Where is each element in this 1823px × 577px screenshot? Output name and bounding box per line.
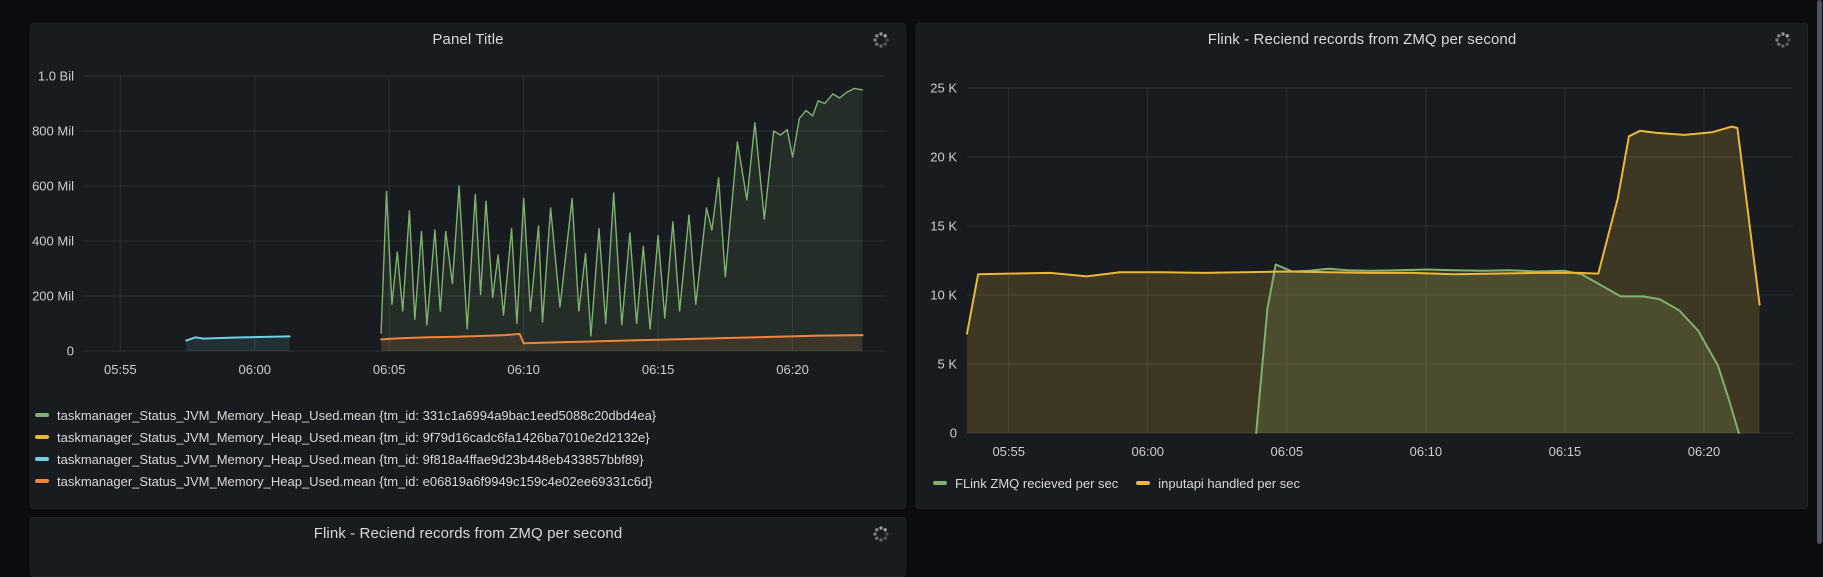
loading-spinner-icon [1775,32,1791,48]
y-axis-tick-label: 0 [67,344,74,359]
y-axis-tick-label: 1.0 Bil [38,69,74,84]
legend-series-swatch-icon [35,413,49,417]
legend-series-label: inputapi handled per sec [1158,476,1300,491]
loading-spinner-icon [873,526,889,542]
x-axis-tick-label: 06:05 [1271,444,1304,459]
x-axis-tick-label: 06:10 [1410,444,1443,459]
x-axis-tick-label: 06:15 [1549,444,1582,459]
legend-series-label: taskmanager_Status_JVM_Memory_Heap_Used.… [57,408,656,423]
legend-series-label: taskmanager_Status_JVM_Memory_Heap_Used.… [57,452,644,467]
time-series-chart[interactable]: 0 5 K 10 K 15 K 20 K 25 K 05:55 06:00 06:05 06:10… [917,54,1809,470]
x-axis-tick-label: 06:20 [776,362,809,377]
loading-spinner-icon [873,32,889,48]
x-axis-tick-label: 06:00 [1132,444,1165,459]
panel-title: Flink - Reciend records from ZMQ per sec… [314,525,623,542]
legend-series-swatch-icon [1136,481,1150,485]
y-axis-tick-label: 400 Mil [32,234,74,249]
x-axis-tick-label: 06:05 [373,362,406,377]
legend-series-swatch-icon [933,481,947,485]
y-axis-tick-label: 15 K [930,219,957,234]
legend-series-swatch-icon [35,479,49,483]
panel-title: Flink - Reciend records from ZMQ per sec… [1208,31,1517,48]
legend-item[interactable]: taskmanager_Status_JVM_Memory_Heap_Used.… [35,448,901,470]
panel-header[interactable]: Panel Title [31,24,905,54]
panel-flink-zmq-records: Flink - Reciend records from ZMQ per sec… [916,23,1808,509]
y-axis-tick-label: 20 K [930,150,957,165]
panel-jvm-memory-heap: Panel Title 0 200 Mil 400 Mil 600 Mil 800 Mi… [30,23,906,509]
y-axis-tick-label: 25 K [930,81,957,96]
page-scrollbar[interactable] [1816,0,1823,544]
grafana-dashboard: { "page": { "background": "#0b0c0f", "pa… [0,0,1823,544]
panel-header[interactable]: Flink - Reciend records from ZMQ per sec… [917,24,1807,54]
y-axis-tick-label: 10 K [930,288,957,303]
legend-item[interactable]: taskmanager_Status_JVM_Memory_Heap_Used.… [35,404,901,426]
y-axis-tick-label: 5 K [937,357,957,372]
legend-item[interactable]: inputapi handled per sec [1136,472,1300,494]
legend-series-label: taskmanager_Status_JVM_Memory_Heap_Used.… [57,430,650,445]
y-axis-tick-label: 0 [950,426,957,441]
x-axis-tick-label: 05:55 [992,444,1025,459]
x-axis-tick-label: 06:15 [642,362,675,377]
legend-item[interactable]: taskmanager_Status_JVM_Memory_Heap_Used.… [35,426,901,448]
x-axis-tick-label: 06:00 [238,362,271,377]
panel-title: Panel Title [432,31,503,48]
chart-legend: FLink ZMQ recieved per sec inputapi handl… [917,470,1807,494]
x-axis-tick-label: 05:55 [104,362,137,377]
legend-series-label: FLink ZMQ recieved per sec [955,476,1118,491]
y-axis-tick-label: 800 Mil [32,124,74,139]
series-fill [381,88,862,351]
series-fill [967,127,1760,433]
legend-series-label: taskmanager_Status_JVM_Memory_Heap_Used.… [57,474,653,489]
legend-series-swatch-icon [35,457,49,461]
legend-item[interactable]: FLink ZMQ recieved per sec [933,472,1118,494]
time-series-chart[interactable]: 0 200 Mil 400 Mil 600 Mil 800 Mil 1.0 Bil 05:5… [31,54,907,402]
scrollbar-thumb[interactable] [1817,0,1822,544]
x-axis-tick-label: 06:10 [507,362,540,377]
panel-flink-zmq-records-bottom: Flink - Reciend records from ZMQ per sec… [30,517,906,577]
y-axis-tick-label: 600 Mil [32,179,74,194]
y-axis-tick-label: 200 Mil [32,289,74,304]
legend-item[interactable]: taskmanager_Status_JVM_Memory_Heap_Used.… [35,470,901,492]
chart-legend: taskmanager_Status_JVM_Memory_Heap_Used.… [31,402,905,492]
legend-series-swatch-icon [35,435,49,439]
x-axis-tick-label: 06:20 [1688,444,1721,459]
